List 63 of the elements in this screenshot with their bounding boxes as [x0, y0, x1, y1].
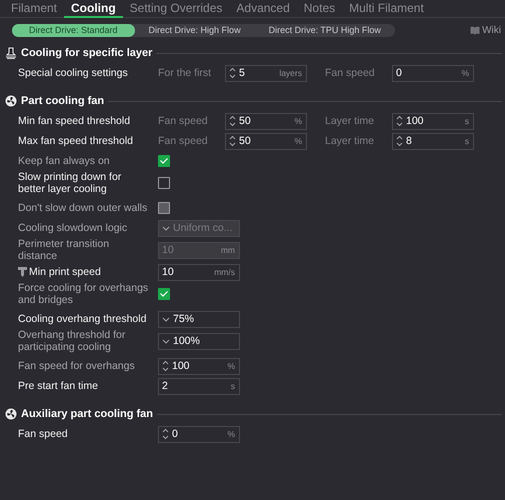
setting-label: Max fan speed threshold [18, 135, 134, 147]
checkbox[interactable] [158, 155, 170, 167]
field-label: Fan speed [325, 67, 376, 79]
field-label: Layer time [325, 135, 376, 147]
spinner-icon[interactable] [162, 360, 169, 372]
setting-label: Overhang threshold for participating cooling [18, 329, 126, 353]
setting-label: Min fan speed threshold [18, 115, 132, 127]
spinner-icon[interactable] [396, 115, 403, 127]
section-title: Cooling for specific layer [21, 47, 152, 59]
tab[interactable]: Filament [4, 0, 64, 18]
number-field[interactable]: 50 % [225, 132, 307, 150]
preset-option[interactable]: Direct Drive: Standard [12, 24, 135, 37]
field-label: Fan speed [158, 115, 209, 127]
setting-label: Don't slow down outer walls [18, 202, 148, 214]
checkbox[interactable] [158, 288, 170, 300]
spinner-icon[interactable] [396, 135, 403, 147]
checkbox[interactable] [158, 177, 170, 189]
setting-label: Special cooling settings [18, 67, 129, 79]
wiki-link[interactable]: Wiki [470, 25, 501, 36]
number-field[interactable]: 50 % [225, 112, 307, 130]
number-field[interactable]: 10 mm/s [158, 264, 240, 280]
field-label: Layer time [325, 115, 376, 127]
setting-label: Perimeter transition distance [18, 238, 110, 262]
section-title: Part cooling fan [21, 95, 104, 107]
fan-stack-icon [5, 47, 17, 59]
section-title: Auxiliary part cooling fan [21, 408, 154, 420]
number-field[interactable]: 0 % [158, 426, 240, 442]
setting-label: Cooling overhang threshold [18, 313, 148, 325]
number-field[interactable]: 0 % [392, 64, 474, 82]
spinner-icon[interactable] [229, 67, 236, 79]
field-label: Fan speed [158, 135, 209, 147]
spinner-icon[interactable] [229, 115, 236, 127]
setting-label: Min print speed [18, 266, 158, 278]
number-field[interactable]: 100 % [158, 358, 240, 374]
chevron-down-icon [162, 316, 170, 322]
spinner-icon[interactable] [229, 135, 236, 147]
chevron-down-icon [162, 226, 170, 230]
tab[interactable]: Setting Overrides [122, 0, 230, 18]
book-icon [470, 26, 480, 35]
setting-label: Cooling slowdown logic [18, 222, 128, 234]
fan-icon [5, 408, 17, 420]
spinner-icon[interactable] [162, 428, 169, 440]
chevron-down-icon [162, 338, 170, 344]
setting-label: Pre start fan time [18, 380, 99, 392]
field-label: For the first [158, 67, 212, 79]
number-field[interactable]: 8 s [392, 132, 474, 150]
setting-label: Slow printing down for better layer cooling [18, 171, 122, 195]
tab[interactable]: Notes [296, 0, 342, 18]
number-field[interactable]: 2 s [158, 378, 240, 394]
setting-label: Fan speed for overhangs [18, 360, 136, 372]
dropdown[interactable]: 100% [158, 332, 240, 350]
fan-icon [5, 95, 17, 107]
number-field[interactable]: 100 s [392, 112, 474, 130]
dropdown[interactable]: 75% [158, 310, 240, 328]
setting-label: Fan speed [18, 428, 69, 440]
number-field[interactable]: 5 layers [225, 64, 307, 82]
setting-label: Keep fan always on [18, 155, 111, 167]
preset-option[interactable]: Direct Drive: High Flow [134, 24, 255, 37]
preset-option[interactable]: Direct Drive: TPU High Flow [254, 24, 395, 37]
tab[interactable]: Advanced [229, 0, 297, 18]
tab[interactable]: Multi Filament [342, 0, 431, 18]
tab[interactable]: Cooling [64, 0, 123, 18]
setting-label: Force cooling for overhangs and bridges [18, 282, 150, 306]
